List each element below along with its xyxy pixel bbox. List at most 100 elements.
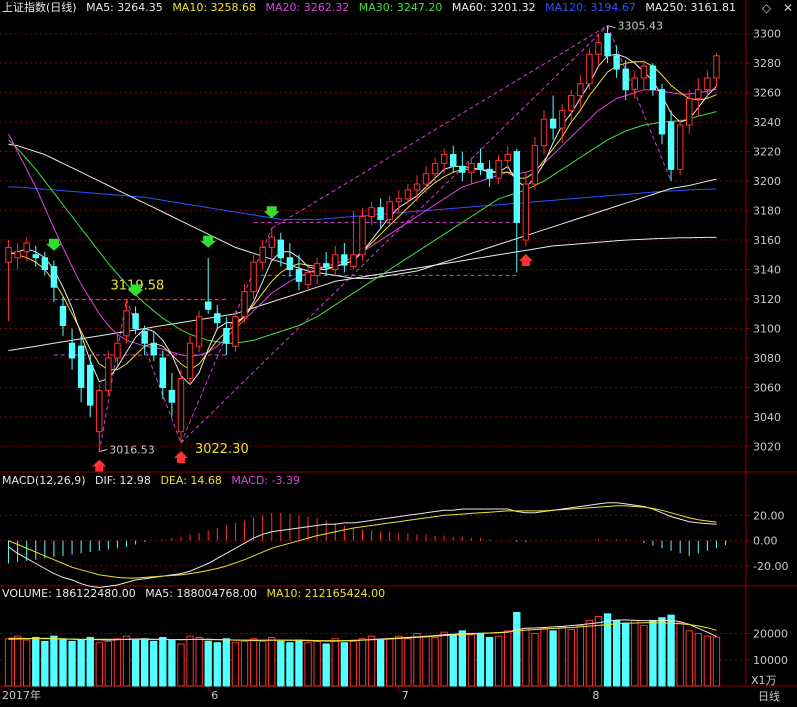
volume-bar-up xyxy=(640,625,648,687)
volume-bar-up xyxy=(494,635,503,687)
volume-bar-up xyxy=(358,638,367,687)
candle-up xyxy=(350,254,357,268)
y-tick-label: 3180 xyxy=(753,205,781,218)
volume-bar-down xyxy=(458,630,467,687)
volume-bar-up xyxy=(540,627,548,687)
close-icon[interactable]: ✕ xyxy=(783,1,793,15)
candle-up xyxy=(522,183,530,241)
trend-line xyxy=(180,25,608,444)
volume-bar-up xyxy=(576,625,584,687)
volume-bar-up xyxy=(585,619,594,687)
volume-bar-down xyxy=(213,642,221,687)
candle-down xyxy=(204,301,212,310)
y-tick-label: 3220 xyxy=(753,146,781,159)
trend-line xyxy=(271,25,608,229)
volume-bar-up xyxy=(631,619,639,687)
candle-up xyxy=(495,159,502,179)
macd-value-label: MACD: -3.39 xyxy=(231,474,301,487)
candle-down xyxy=(341,254,348,266)
candle-up xyxy=(468,162,475,173)
volume-bar-up xyxy=(431,636,439,687)
volume-bar-up xyxy=(404,638,412,687)
volume-bar-up xyxy=(349,640,358,687)
candle-up xyxy=(177,378,185,433)
volume-bar-down xyxy=(131,639,140,687)
candle-up xyxy=(96,389,103,433)
annotation-leader xyxy=(99,449,108,453)
candle-down xyxy=(32,254,39,259)
candle-down xyxy=(513,151,521,223)
y-tick-label: 3200 xyxy=(753,175,781,188)
candle-down xyxy=(41,257,49,271)
period-label[interactable]: 日线 xyxy=(758,688,780,704)
volume-bar-down xyxy=(286,642,294,687)
window-buttons: ◇ ✕ xyxy=(754,1,793,15)
candle-down xyxy=(214,313,221,324)
volume-bar-up xyxy=(13,635,22,687)
volume-unit: X1万 xyxy=(751,674,777,687)
candle-up xyxy=(232,316,239,347)
y-tick-label: 3260 xyxy=(753,87,781,100)
volume-bar-up xyxy=(712,636,721,687)
candle-up xyxy=(114,342,121,359)
annotation-label: 3022.30 xyxy=(195,442,249,457)
candle-up xyxy=(123,310,130,337)
volume-bar-down xyxy=(612,619,621,687)
candle-down xyxy=(613,55,620,70)
y-tick-label: 3100 xyxy=(753,322,781,335)
sell-arrow-icon xyxy=(200,235,217,248)
volume-bar-up xyxy=(685,630,693,687)
candle-up xyxy=(686,98,693,126)
candle-down xyxy=(295,269,303,282)
dea-label: DEA: 14.68 xyxy=(160,474,222,487)
volume-bar-down xyxy=(485,636,494,687)
ma250-label: MA250: 3161.81 xyxy=(645,1,737,14)
volume-bar-up xyxy=(249,638,258,687)
volume-bar-up xyxy=(304,642,312,687)
volume-bar-up xyxy=(367,635,376,687)
volume-bar-down xyxy=(86,636,94,687)
candle-up xyxy=(595,42,602,55)
volume-bar-down xyxy=(32,636,40,687)
volume-title: VOLUME: 186122480.00 xyxy=(2,587,136,600)
candle-down xyxy=(377,207,384,220)
volume-bar-up xyxy=(331,638,339,687)
candle-up xyxy=(250,261,257,293)
candle-up xyxy=(105,357,112,391)
candle-up xyxy=(558,109,566,129)
candle-up xyxy=(676,124,684,170)
volume-bar-up xyxy=(104,640,113,687)
volume-bar-down xyxy=(322,643,330,687)
candle-up xyxy=(531,145,539,185)
volume-bar-down xyxy=(41,640,49,687)
candle-up xyxy=(631,77,639,91)
volume-bar-up xyxy=(694,633,702,687)
volume-bar-up xyxy=(313,640,321,687)
candle-down xyxy=(77,345,85,388)
volume-bar-down xyxy=(549,630,557,687)
volume-bar-up xyxy=(4,638,13,687)
ma120-label: MA120: 3194.67 xyxy=(545,1,636,14)
candle-up xyxy=(713,55,720,79)
volume-bar-up xyxy=(231,642,240,687)
candle-up xyxy=(386,201,393,220)
candle-up xyxy=(313,263,321,276)
candle-up xyxy=(14,251,21,259)
volume-bar-down xyxy=(77,639,85,687)
candle-up xyxy=(413,183,421,191)
candle-up xyxy=(586,53,593,85)
macd-title: MACD(12,26,9) xyxy=(2,474,86,487)
volume-bar-down xyxy=(204,640,212,687)
candle-up xyxy=(704,77,711,91)
x-tick-label: 6 xyxy=(211,689,218,702)
candle-down xyxy=(658,89,666,135)
volume-bar-up xyxy=(676,622,684,687)
y-tick-label: 20000 xyxy=(753,628,788,641)
volume-bar-up xyxy=(558,626,566,687)
volume-bar-down xyxy=(277,640,285,687)
dea-line xyxy=(8,505,717,579)
ma30-label: MA30: 3247.20 xyxy=(358,1,443,14)
candle-down xyxy=(549,118,557,129)
diamond-icon[interactable]: ◇ xyxy=(762,1,771,15)
candle-up xyxy=(568,95,575,111)
